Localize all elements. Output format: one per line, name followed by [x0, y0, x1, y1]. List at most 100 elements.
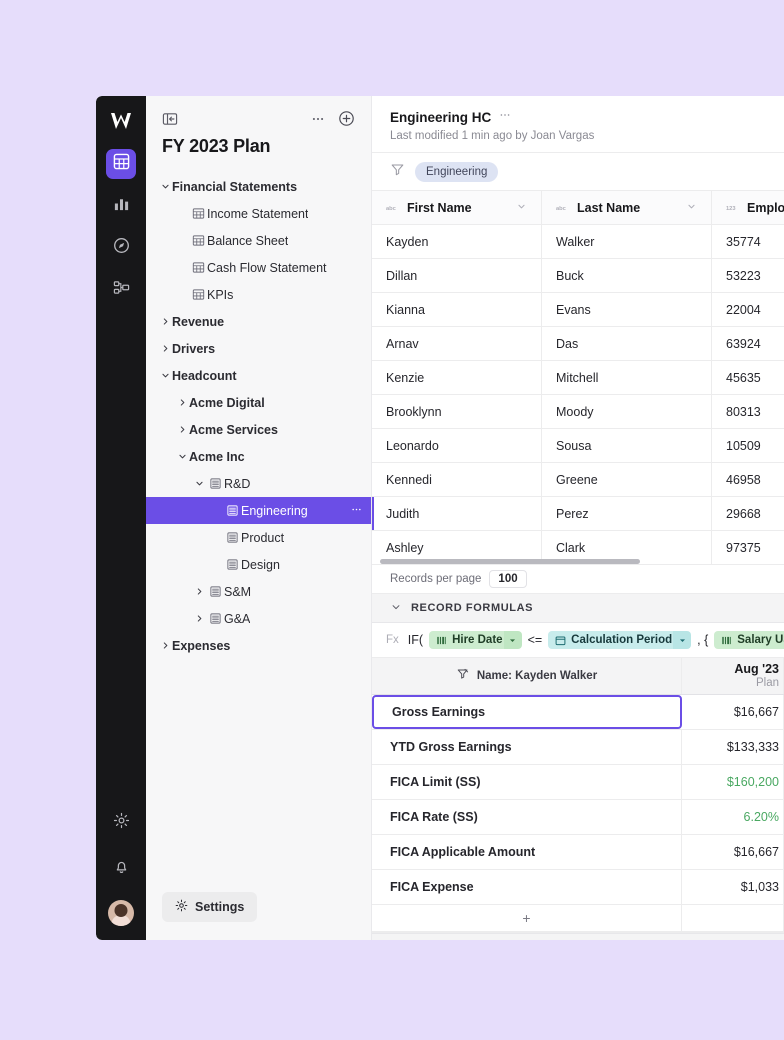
- chevron-down-icon[interactable]: [503, 631, 522, 649]
- formula-token[interactable]: Calculation Period: [548, 631, 692, 649]
- sidebar-item-product[interactable]: Product: [146, 524, 371, 551]
- rail-item-settings[interactable]: [106, 808, 136, 838]
- chevron-down-icon[interactable]: [673, 631, 692, 649]
- cell-first-name[interactable]: Dillan: [372, 259, 542, 293]
- table-row[interactable]: Brooklynn Moody 80313: [372, 395, 784, 429]
- rail-item-model-map[interactable]: [106, 275, 136, 305]
- chevron-down-icon[interactable]: [175, 451, 189, 462]
- formula-row-value[interactable]: $16,667: [682, 694, 784, 729]
- chevron-right-icon[interactable]: [175, 397, 189, 408]
- cell-first-name[interactable]: Judith: [372, 497, 542, 531]
- cell-last-name[interactable]: Perez: [542, 497, 712, 531]
- ellipsis-icon[interactable]: [350, 503, 363, 519]
- table-row[interactable]: Dillan Buck 53223: [372, 259, 784, 293]
- column-header-first-name[interactable]: abc First Name: [372, 191, 542, 225]
- sidebar-item-engineering[interactable]: Engineering: [146, 497, 371, 524]
- filter-icon[interactable]: [390, 162, 405, 182]
- cell-employee-id[interactable]: 35774: [712, 225, 784, 259]
- rail-item-charts[interactable]: [106, 191, 136, 221]
- cell-first-name[interactable]: Kayden: [372, 225, 542, 259]
- formula-row-value[interactable]: $1,033: [682, 869, 784, 904]
- formula-row[interactable]: FICA Rate (SS) 6.20%: [372, 799, 784, 835]
- formula-row-value[interactable]: $133,333: [682, 729, 784, 764]
- cell-employee-id[interactable]: 53223: [712, 259, 784, 293]
- sidebar-item-acme-digital[interactable]: Acme Digital: [146, 389, 371, 416]
- ellipsis-icon[interactable]: [498, 108, 512, 127]
- ellipsis-icon[interactable]: [310, 111, 326, 127]
- chevron-right-icon[interactable]: [158, 316, 172, 327]
- sidebar-item-r-d[interactable]: R&D: [146, 470, 371, 497]
- formula-row-label[interactable]: FICA Expense: [372, 869, 682, 904]
- formula-row-value[interactable]: $160,200: [682, 764, 784, 799]
- cell-last-name[interactable]: Das: [542, 327, 712, 361]
- formula-row[interactable]: FICA Limit (SS) $160,200: [372, 764, 784, 800]
- formula-token[interactable]: Hire Date: [429, 631, 522, 649]
- sidebar-item-design[interactable]: Design: [146, 551, 371, 578]
- sidebar-item-headcount[interactable]: Headcount: [146, 362, 371, 389]
- workspace-logo[interactable]: [110, 112, 132, 135]
- cell-employee-id[interactable]: 22004: [712, 293, 784, 327]
- formula-row-label[interactable]: FICA Limit (SS): [372, 764, 682, 799]
- formula-bar[interactable]: Fx IF(Hire Date <= Calculation Period , {Sal…: [372, 623, 784, 658]
- cell-first-name[interactable]: Kenzie: [372, 361, 542, 395]
- avatar[interactable]: [108, 900, 134, 926]
- settings-button[interactable]: Settings: [162, 892, 258, 922]
- cell-employee-id[interactable]: 46958: [712, 463, 784, 497]
- sidebar-item-acme-services[interactable]: Acme Services: [146, 416, 371, 443]
- cell-first-name[interactable]: Kianna: [372, 293, 542, 327]
- record-formulas-header[interactable]: RECORD FORMULAS: [372, 594, 784, 623]
- cell-employee-id[interactable]: 97375: [712, 531, 784, 565]
- cell-first-name[interactable]: Arnav: [372, 327, 542, 361]
- chevron-right-icon[interactable]: [158, 343, 172, 354]
- formula-row-value[interactable]: 6.20%: [682, 799, 784, 834]
- formula-row-value[interactable]: $16,667: [682, 834, 784, 869]
- sidebar-item-kpis[interactable]: KPIs: [146, 281, 371, 308]
- cell-last-name[interactable]: Greene: [542, 463, 712, 497]
- sidebar-item-financial-statements[interactable]: Financial Statements: [146, 173, 371, 200]
- formula-row[interactable]: Gross Earnings $16,667: [372, 694, 784, 730]
- formula-row-label[interactable]: FICA Rate (SS): [372, 799, 682, 834]
- table-row[interactable]: Kianna Evans 22004: [372, 293, 784, 327]
- plus-circle-icon[interactable]: [338, 110, 355, 127]
- formula-token[interactable]: Salary US: [714, 631, 784, 649]
- cell-first-name[interactable]: Kennedi: [372, 463, 542, 497]
- cell-last-name[interactable]: Mitchell: [542, 361, 712, 395]
- formula-row-label[interactable]: Gross Earnings: [372, 694, 682, 729]
- cell-employee-id[interactable]: 63924: [712, 327, 784, 361]
- formula-row-label[interactable]: FICA Applicable Amount: [372, 834, 682, 869]
- sidebar-item-balance-sheet[interactable]: Balance Sheet: [146, 227, 371, 254]
- table-row[interactable]: Kennedi Greene 46958: [372, 463, 784, 497]
- panel-collapse-icon[interactable]: [162, 111, 178, 127]
- table-row[interactable]: Leonardo Sousa 10509: [372, 429, 784, 463]
- sidebar-item-expenses[interactable]: Expenses: [146, 632, 371, 659]
- cell-first-name[interactable]: Brooklynn: [372, 395, 542, 429]
- formula-row[interactable]: FICA Expense $1,033: [372, 869, 784, 905]
- column-header-employee-id[interactable]: 123 Employee ID: [712, 191, 784, 225]
- chevron-right-icon[interactable]: [175, 424, 189, 435]
- formula-add-row[interactable]: +: [372, 904, 784, 932]
- sidebar-item-income-statement[interactable]: Income Statement: [146, 200, 371, 227]
- add-row-button[interactable]: +: [372, 904, 682, 931]
- filter-chip-engineering[interactable]: Engineering: [415, 161, 499, 182]
- table-row[interactable]: Arnav Das 63924: [372, 327, 784, 361]
- sidebar-item-revenue[interactable]: Revenue: [146, 308, 371, 335]
- table-row[interactable]: Kayden Walker 35774: [372, 225, 784, 259]
- formula-row[interactable]: YTD Gross Earnings $133,333: [372, 729, 784, 765]
- rail-item-explore[interactable]: [106, 233, 136, 263]
- sidebar-item-cash-flow-statement[interactable]: Cash Flow Statement: [146, 254, 371, 281]
- cell-last-name[interactable]: Evans: [542, 293, 712, 327]
- cell-first-name[interactable]: Leonardo: [372, 429, 542, 463]
- cell-employee-id[interactable]: 10509: [712, 429, 784, 463]
- cell-last-name[interactable]: Buck: [542, 259, 712, 293]
- sidebar-item-s-m[interactable]: S&M: [146, 578, 371, 605]
- cell-last-name[interactable]: Moody: [542, 395, 712, 429]
- chevron-down-icon[interactable]: [158, 181, 172, 192]
- table-row[interactable]: Kenzie Mitchell 45635: [372, 361, 784, 395]
- rail-item-grid[interactable]: [106, 149, 136, 179]
- chevron-down-icon[interactable]: [192, 478, 206, 489]
- cell-last-name[interactable]: Sousa: [542, 429, 712, 463]
- records-per-page-value[interactable]: 100: [489, 570, 527, 588]
- horizontal-scrollbar[interactable]: [380, 559, 640, 564]
- chevron-down-icon[interactable]: [516, 201, 527, 215]
- cell-last-name[interactable]: Walker: [542, 225, 712, 259]
